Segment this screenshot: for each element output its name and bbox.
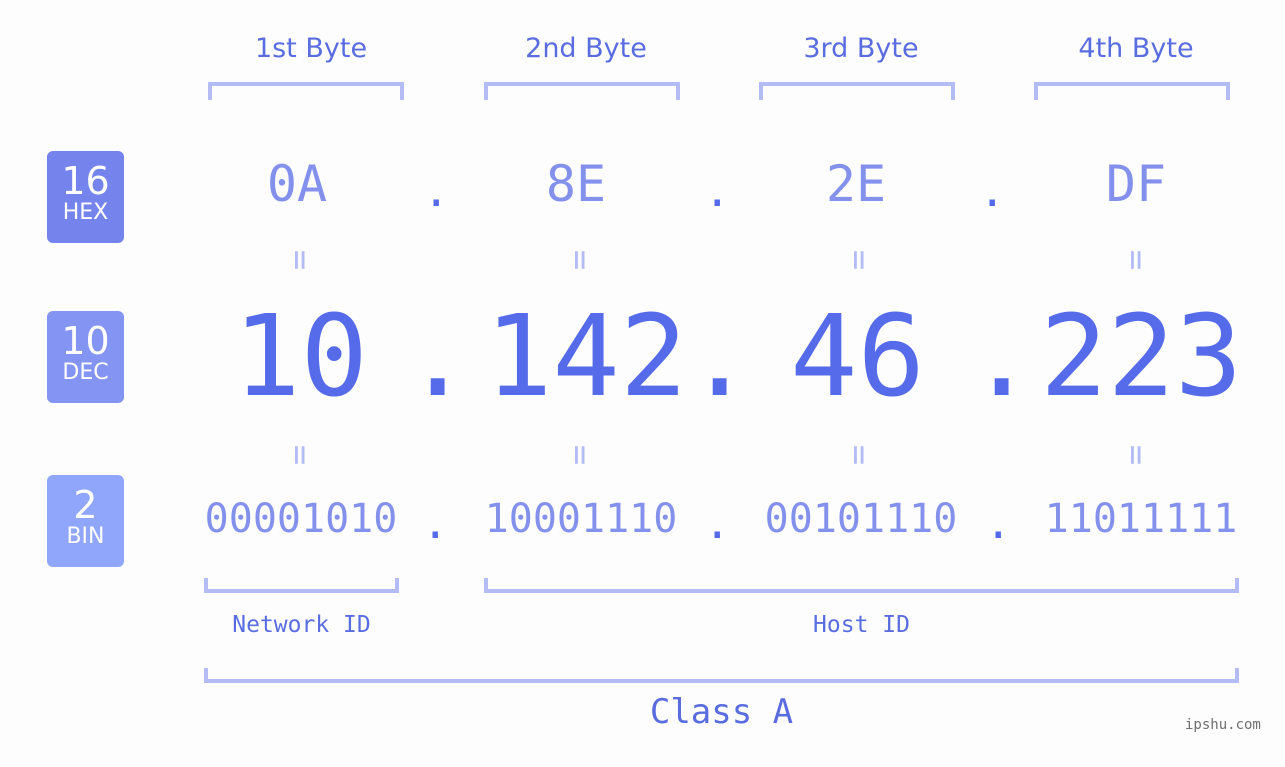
dec-badge: 10 DEC	[47, 311, 124, 403]
hex-separator-3: .	[979, 166, 1006, 217]
dec-value-1: 10	[233, 292, 368, 422]
hex-separator-2: .	[704, 166, 731, 217]
dec-separator-3: .	[968, 292, 1036, 422]
dec-value-4: 223	[1040, 292, 1243, 422]
bin-separator-3: .	[985, 498, 1012, 549]
hex-label: HEX	[62, 200, 109, 225]
byte-header-1: 1st Byte	[254, 33, 368, 64]
bin-badge: 2 BIN	[47, 475, 124, 567]
bin-separator-2: .	[704, 498, 731, 549]
hex-value-2: 8E	[545, 155, 607, 213]
equals-sign: =	[1116, 249, 1156, 271]
byte-bracket-1	[208, 82, 404, 100]
dec-value-2: 142	[485, 292, 688, 422]
host-id-bracket	[484, 578, 1239, 593]
host-id-label: Host ID	[813, 612, 910, 638]
bin-base: 2	[73, 483, 98, 527]
bin-separator-1: .	[422, 498, 449, 549]
dec-separator-2: .	[686, 292, 754, 422]
class-label: Class A	[649, 692, 794, 732]
byte-header-2: 2nd Byte	[525, 33, 647, 64]
hex-separator-1: .	[423, 166, 450, 217]
equals-sign: =	[839, 444, 879, 466]
hex-value-1: 0A	[266, 155, 328, 213]
network-id-bracket	[204, 578, 399, 593]
bin-label: BIN	[66, 524, 105, 549]
class-bracket	[204, 668, 1239, 683]
equals-sign: =	[280, 444, 320, 466]
hex-base: 16	[61, 159, 110, 203]
dec-separator-1: .	[404, 292, 472, 422]
byte-bracket-2	[484, 82, 680, 100]
byte-bracket-3	[759, 82, 955, 100]
dec-label: DEC	[62, 360, 109, 385]
byte-header-3: 3rd Byte	[803, 33, 919, 64]
dec-value-3: 46	[790, 292, 925, 422]
equals-sign: =	[560, 444, 600, 466]
equals-sign: =	[280, 249, 320, 271]
byte-header-4: 4th Byte	[1078, 33, 1194, 64]
hex-value-4: DF	[1105, 155, 1167, 213]
bin-value-4: 11011111	[1044, 496, 1238, 542]
bin-value-1: 00001010	[204, 496, 398, 542]
dec-base: 10	[61, 319, 110, 363]
hex-badge: 16 HEX	[47, 151, 124, 243]
bin-value-3: 00101110	[764, 496, 958, 542]
network-id-label: Network ID	[232, 612, 371, 638]
bin-value-2: 10001110	[484, 496, 678, 542]
equals-sign: =	[560, 249, 600, 271]
equals-sign: =	[1116, 444, 1156, 466]
equals-sign: =	[839, 249, 879, 271]
byte-bracket-4	[1034, 82, 1230, 100]
watermark: ipshu.com	[1185, 717, 1261, 733]
hex-value-3: 2E	[825, 155, 887, 213]
